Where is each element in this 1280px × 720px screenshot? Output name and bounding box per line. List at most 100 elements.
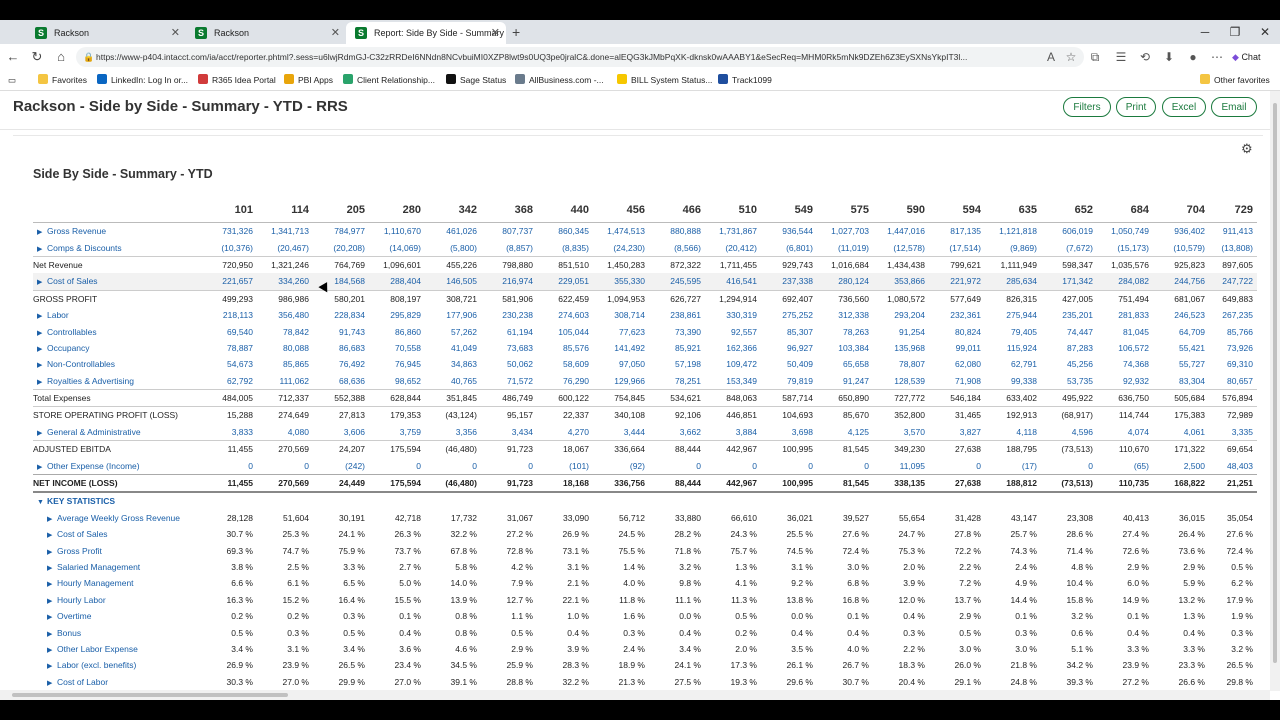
row-label-cell[interactable]: ▶ Other Labor Expense [33,641,201,657]
value-cell[interactable]: 285,634 [985,273,1041,291]
print-button[interactable]: Print [1116,97,1156,117]
caret-right-icon[interactable]: ▶ [47,646,57,654]
value-cell[interactable]: 216,974 [481,273,537,291]
value-cell[interactable]: 3,434 [481,424,537,441]
value-cell[interactable]: 77,623 [593,323,649,339]
value-cell[interactable]: 237,338 [761,273,817,291]
row-label-cell[interactable]: ▶ Comps & Discounts [33,239,201,256]
close-window-icon[interactable]: ✕ [1250,20,1280,44]
value-cell[interactable]: (6,801) [761,239,817,256]
value-cell[interactable]: 0 [201,457,257,474]
value-cell[interactable]: 3,698 [761,424,817,441]
row-label-cell[interactable]: ▶ Bonus [33,624,201,640]
value-cell[interactable]: 91,743 [313,323,369,339]
caret-right-icon[interactable]: ▶ [47,662,57,670]
value-cell[interactable]: (17) [985,457,1041,474]
value-cell[interactable]: 71,908 [929,373,985,390]
value-cell[interactable]: 0 [1041,457,1097,474]
value-cell[interactable]: 731,326 [201,223,257,240]
caret-right-icon[interactable]: ▶ [37,329,47,337]
value-cell[interactable]: 4,080 [257,424,313,441]
value-cell[interactable]: 54,673 [201,356,257,372]
caret-right-icon[interactable]: ▶ [47,597,57,605]
value-cell[interactable]: 71,572 [481,373,537,390]
bookmark-linkedin[interactable]: LinkedIn: Log In or... [97,70,188,90]
value-cell[interactable]: 85,307 [761,323,817,339]
value-cell[interactable]: 109,472 [705,356,761,372]
value-cell[interactable]: 353,866 [873,273,929,291]
value-cell[interactable]: 78,251 [649,373,705,390]
row-label-cell[interactable]: ▶ Other Expense (Income) [33,457,201,474]
value-cell[interactable]: 50,062 [481,356,537,372]
value-cell[interactable]: 235,201 [1041,307,1097,323]
value-cell[interactable]: 275,944 [985,307,1041,323]
value-cell[interactable]: 65,658 [817,356,873,372]
value-cell[interactable]: 4,125 [817,424,873,441]
value-cell[interactable]: 57,262 [425,323,481,339]
value-cell[interactable]: 62,791 [985,356,1041,372]
caret-right-icon[interactable]: ▶ [47,515,57,523]
row-label-cell[interactable]: ▶ Cost of Sales [33,273,201,291]
value-cell[interactable]: 81,045 [1097,323,1153,339]
value-cell[interactable]: 98,652 [369,373,425,390]
value-cell[interactable]: 238,861 [649,307,705,323]
value-cell[interactable]: 229,051 [537,273,593,291]
value-cell[interactable]: 141,492 [593,340,649,356]
value-cell[interactable]: 3,662 [649,424,705,441]
bookmark-allbusiness[interactable]: AllBusiness.com -... [515,70,604,90]
value-cell[interactable]: 80,088 [257,340,313,356]
history-icon[interactable]: ⟲ [1136,48,1154,66]
close-tab-icon[interactable]: ✕ [171,22,180,44]
value-cell[interactable]: 171,342 [1041,273,1097,291]
value-cell[interactable]: 87,283 [1041,340,1097,356]
caret-right-icon[interactable]: ▶ [37,312,47,320]
value-cell[interactable]: 606,019 [1041,223,1097,240]
value-cell[interactable]: 295,829 [369,307,425,323]
value-cell[interactable]: 4,074 [1097,424,1153,441]
caret-down-icon[interactable]: ▼ [37,499,47,506]
value-cell[interactable]: 40,765 [425,373,481,390]
value-cell[interactable]: 92,932 [1097,373,1153,390]
value-cell[interactable]: (20,412) [705,239,761,256]
value-cell[interactable]: 1,050,749 [1097,223,1153,240]
value-cell[interactable]: 78,887 [201,340,257,356]
value-cell[interactable]: (10,376) [201,239,257,256]
downloads-icon[interactable]: ⬇ [1160,48,1178,66]
value-cell[interactable]: 57,198 [649,356,705,372]
value-cell[interactable]: 99,338 [985,373,1041,390]
value-cell[interactable]: 281,833 [1097,307,1153,323]
scroll-thumb[interactable] [1273,103,1277,663]
value-cell[interactable]: 288,404 [369,273,425,291]
row-label-cell[interactable]: ▶ Overtime [33,608,201,624]
value-cell[interactable]: 880,888 [649,223,705,240]
value-cell[interactable]: 78,263 [817,323,873,339]
value-cell[interactable]: 817,135 [929,223,985,240]
value-cell[interactable]: (24,230) [593,239,649,256]
row-label-cell[interactable]: ▶ Non-Controllables [33,356,201,372]
value-cell[interactable]: (11,019) [817,239,873,256]
value-cell[interactable]: 267,235 [1209,307,1257,323]
value-cell[interactable]: 73,926 [1209,340,1257,356]
value-cell[interactable]: 64,709 [1153,323,1209,339]
value-cell[interactable]: 330,319 [705,307,761,323]
value-cell[interactable]: 280,124 [817,273,873,291]
value-cell[interactable]: 3,833 [201,424,257,441]
value-cell[interactable]: 274,603 [537,307,593,323]
caret-right-icon[interactable]: ▶ [37,361,47,369]
value-cell[interactable]: 105,044 [537,323,593,339]
caret-right-icon[interactable]: ▶ [37,429,47,437]
value-cell[interactable]: 356,480 [257,307,313,323]
value-cell[interactable]: (9,869) [985,239,1041,256]
value-cell[interactable]: 416,541 [705,273,761,291]
value-cell[interactable]: 275,252 [761,307,817,323]
value-cell[interactable]: 96,927 [761,340,817,356]
minimize-icon[interactable]: ─ [1190,20,1220,44]
value-cell[interactable]: 86,683 [313,340,369,356]
caret-right-icon[interactable]: ▶ [37,228,47,236]
value-cell[interactable]: 1,341,713 [257,223,313,240]
collections-icon[interactable]: ☰ [1112,48,1130,66]
horizontal-scrollbar[interactable] [0,690,1270,700]
value-cell[interactable]: (15,173) [1097,239,1153,256]
value-cell[interactable]: 80,824 [929,323,985,339]
caret-right-icon[interactable]: ▶ [47,564,57,572]
